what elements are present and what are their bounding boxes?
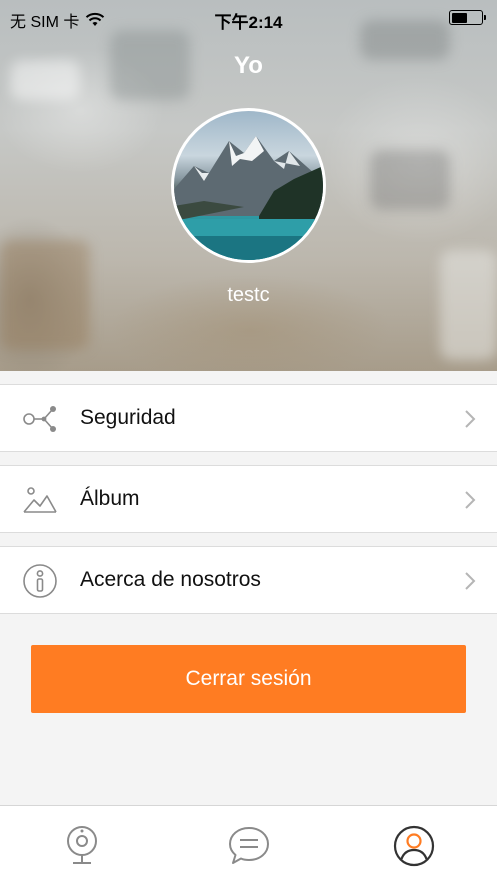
menu-item-album[interactable]: Álbum <box>0 465 497 533</box>
background-blur-shape <box>370 150 450 210</box>
menu-item-label: Álbum <box>80 487 140 510</box>
tab-bar <box>0 805 497 883</box>
info-icon <box>23 564 57 598</box>
avatar[interactable] <box>171 108 326 263</box>
menu-item-label: Seguridad <box>80 406 176 429</box>
camera-icon[interactable] <box>60 824 104 868</box>
landscape-image-icon <box>23 487 57 513</box>
page-title: Yo <box>234 52 263 79</box>
menu-item-label: Acerca de nosotros <box>80 568 261 591</box>
logout-button[interactable]: Cerrar sesión <box>31 645 466 713</box>
chevron-right-icon <box>465 572 476 590</box>
menu-item-acerca[interactable]: Acerca de nosotros <box>0 546 497 614</box>
menu-item-seguridad[interactable]: Seguridad <box>0 384 497 452</box>
status-bar: 无 SIM 卡 下午2:14 <box>0 0 497 34</box>
chevron-right-icon <box>465 410 476 428</box>
battery-fill <box>451 12 468 23</box>
status-time: 下午2:14 <box>214 13 283 32</box>
share-nodes-icon <box>23 406 56 432</box>
username: testc <box>227 284 270 306</box>
battery-icon <box>449 10 486 25</box>
profile-icon[interactable] <box>392 824 436 868</box>
chat-icon[interactable] <box>227 824 271 868</box>
mountain-lake-avatar-image <box>174 136 323 260</box>
chevron-right-icon <box>465 491 476 509</box>
